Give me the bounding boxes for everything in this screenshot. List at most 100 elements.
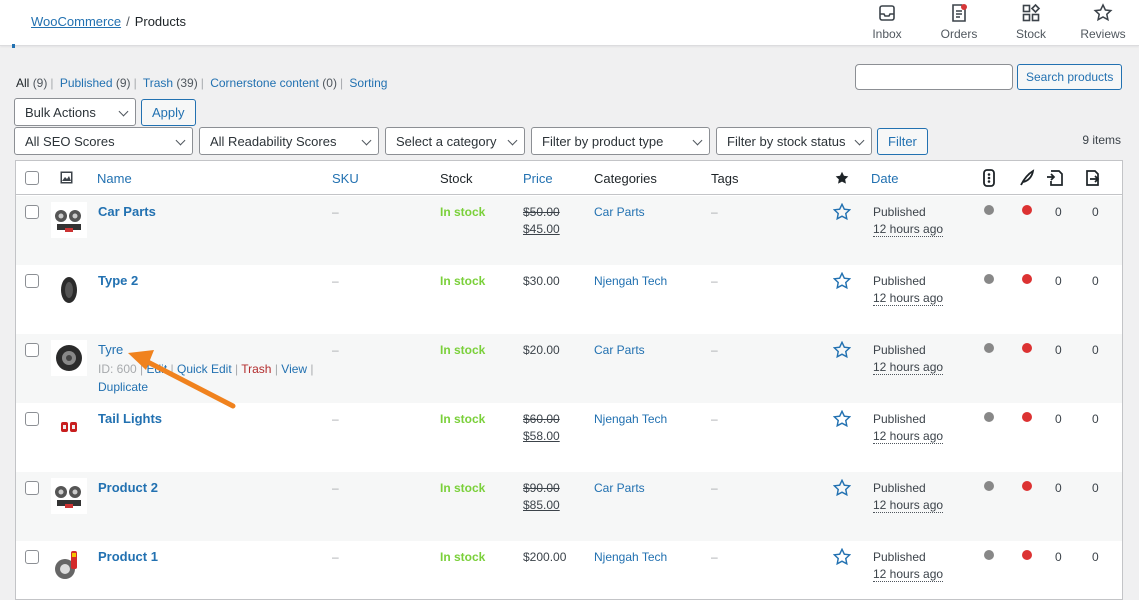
row-checkbox[interactable]: [25, 205, 39, 219]
column-date[interactable]: Date: [871, 171, 898, 186]
row-checkbox[interactable]: [25, 481, 39, 495]
featured-star-icon[interactable]: [833, 479, 851, 497]
column-price[interactable]: Price: [523, 171, 553, 186]
stock-status-value: Filter by stock status: [727, 133, 846, 149]
seo-score-value: All SEO Scores: [25, 133, 115, 149]
category-link[interactable]: Car Parts: [594, 343, 645, 357]
status-cornerstone[interactable]: Cornerstone content: [210, 76, 319, 90]
select-all-checkbox[interactable]: [25, 171, 39, 185]
product-type-filter[interactable]: Filter by product type: [531, 127, 710, 155]
publish-time: 12 hours ago: [873, 498, 944, 513]
publish-status: Published: [873, 205, 926, 219]
status-all[interactable]: All: [16, 76, 29, 90]
product-name-link[interactable]: Product 1: [98, 549, 158, 564]
featured-star-icon[interactable]: [833, 410, 851, 428]
product-price: $50.00 $45.00: [523, 204, 560, 238]
category-link[interactable]: Car Parts: [594, 205, 645, 219]
featured-star-icon[interactable]: [833, 203, 851, 221]
stock-button[interactable]: Stock: [995, 0, 1067, 46]
filter-button[interactable]: Filter: [877, 128, 928, 155]
column-name[interactable]: Name: [97, 171, 132, 186]
featured-star-icon[interactable]: [833, 548, 851, 566]
stock-status: In stock: [440, 343, 486, 357]
category-link[interactable]: Njengah Tech: [594, 412, 667, 426]
product-date: Published 12 hours ago: [873, 411, 944, 445]
image-icon: [60, 171, 73, 184]
breadcrumb-current: Products: [134, 14, 186, 29]
incoming-links-count: 0: [1055, 205, 1062, 219]
seo-score-dot: [984, 550, 994, 560]
column-sku[interactable]: SKU: [332, 171, 359, 186]
outgoing-links-count: 0: [1092, 481, 1099, 495]
outgoing-links-count: 0: [1092, 274, 1099, 288]
regular-price: $50.00: [523, 205, 560, 219]
product-thumbnail[interactable]: [51, 478, 87, 514]
product-name-link[interactable]: Type 2: [98, 273, 138, 288]
publish-time: 12 hours ago: [873, 567, 944, 582]
incoming-links-count: 0: [1055, 274, 1062, 288]
status-trash[interactable]: Trash: [143, 76, 173, 90]
stock-status-filter[interactable]: Filter by stock status: [716, 127, 872, 155]
product-price: $60.00 $58.00: [523, 411, 560, 445]
status-published[interactable]: Published: [60, 76, 113, 90]
product-tags: –: [711, 412, 718, 426]
inbox-icon: [879, 5, 895, 21]
product-name-link[interactable]: Product 2: [98, 480, 158, 495]
seo-score-filter[interactable]: All SEO Scores: [14, 127, 193, 155]
apply-button[interactable]: Apply: [141, 99, 196, 126]
product-price: $90.00 $85.00: [523, 480, 560, 514]
incoming-links-count: 0: [1055, 481, 1062, 495]
featured-star-icon[interactable]: [833, 341, 851, 359]
featured-star-icon[interactable]: [833, 272, 851, 290]
row-checkbox[interactable]: [25, 550, 39, 564]
search-products-button[interactable]: Search products: [1017, 64, 1123, 90]
publish-time: 12 hours ago: [873, 222, 944, 237]
bulk-actions-value: Bulk Actions: [25, 104, 96, 120]
stock-status: In stock: [440, 274, 486, 288]
reviews-button[interactable]: Reviews: [1067, 0, 1139, 46]
incoming-links-count: 0: [1055, 343, 1062, 357]
product-date: Published 12 hours ago: [873, 204, 944, 238]
status-cornerstone-count: (0): [322, 76, 337, 90]
product-thumbnail[interactable]: [51, 409, 87, 445]
product-tags: –: [711, 343, 718, 357]
product-thumbnail[interactable]: [51, 271, 87, 307]
outgoing-links-count: 0: [1092, 550, 1099, 564]
stock-status: In stock: [440, 550, 486, 564]
inbox-button[interactable]: Inbox: [851, 0, 923, 46]
row-checkbox[interactable]: [25, 343, 39, 357]
product-sku: –: [332, 481, 339, 495]
category-link[interactable]: Car Parts: [594, 481, 645, 495]
product-date: Published 12 hours ago: [873, 480, 944, 514]
category-filter[interactable]: Select a category: [385, 127, 525, 155]
readability-filter[interactable]: All Readability Scores: [199, 127, 379, 155]
breadcrumb-woocommerce[interactable]: WooCommerce: [31, 14, 121, 29]
product-thumbnail[interactable]: [51, 202, 87, 238]
category-link[interactable]: Njengah Tech: [594, 274, 667, 288]
row-checkbox[interactable]: [25, 412, 39, 426]
sale-price: $45.00: [523, 222, 560, 236]
bulk-actions-select[interactable]: Bulk Actions: [14, 98, 136, 126]
items-count: 9 items: [1082, 133, 1121, 147]
orders-button[interactable]: Orders: [923, 0, 995, 46]
product-sku: –: [332, 550, 339, 564]
product-date: Published 12 hours ago: [873, 549, 944, 583]
table-row: Type 2 – In stock $30.00 Njengah Tech – …: [16, 265, 1122, 334]
product-price: $20.00: [523, 343, 560, 357]
product-thumbnail[interactable]: [51, 547, 87, 583]
row-checkbox[interactable]: [25, 274, 39, 288]
chevron-down-icon: [854, 135, 865, 146]
outgoing-links-count: 0: [1092, 205, 1099, 219]
search-input[interactable]: [855, 64, 1013, 90]
readability-dot: [1022, 550, 1032, 560]
view-link[interactable]: View: [281, 362, 307, 376]
product-thumbnail[interactable]: [51, 340, 87, 376]
product-name-link[interactable]: Car Parts: [98, 204, 156, 219]
category-link[interactable]: Njengah Tech: [594, 550, 667, 564]
stock-status: In stock: [440, 481, 486, 495]
status-sorting[interactable]: Sorting: [349, 76, 387, 90]
table-row: Product 1 – In stock $200.00 Njengah Tec…: [16, 541, 1122, 599]
chevron-down-icon: [692, 135, 703, 146]
publish-status: Published: [873, 274, 926, 288]
reviews-label: Reviews: [1080, 27, 1126, 41]
